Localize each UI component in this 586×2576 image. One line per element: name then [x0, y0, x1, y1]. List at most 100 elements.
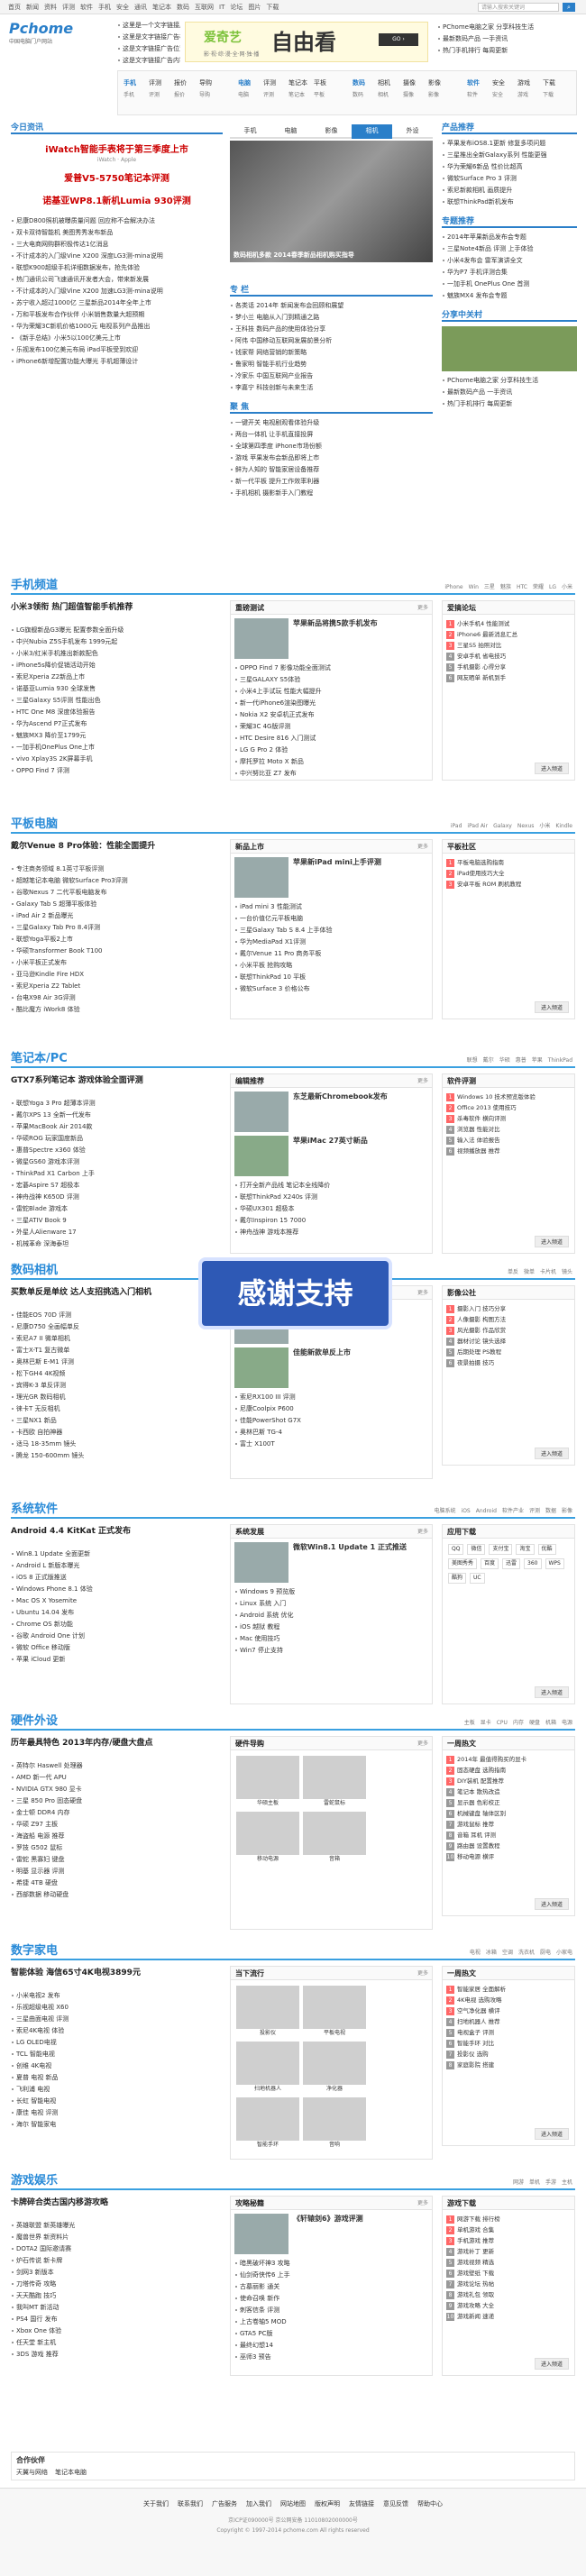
- ad-link[interactable]: 这是文字链接广告内容: [117, 55, 180, 67]
- channel-list-item[interactable]: 西部数据 移动硬盘: [11, 1889, 223, 1901]
- special-item[interactable]: 2014年苹果新品发布会专题: [442, 232, 577, 243]
- footer-link[interactable]: 友情链接: [349, 2500, 374, 2507]
- channel-nav-link[interactable]: Kindle: [555, 823, 572, 829]
- rank-item[interactable]: 4 扫地机器人 推荐: [446, 2016, 571, 2027]
- slide-image[interactable]: [230, 141, 433, 262]
- focus-item[interactable]: 新一代平板 提升工作效率利器: [230, 476, 433, 488]
- channel-nav-link[interactable]: 主板: [464, 1720, 475, 1726]
- channel-nav-link[interactable]: iOS: [462, 1508, 471, 1514]
- app-tag[interactable]: WPS: [545, 1558, 564, 1569]
- top-nav-link[interactable]: 论坛: [230, 0, 243, 14]
- banner-ad[interactable]: 爱奇艺 自由看 影·视·综·漫·全·网·独·播 GO ›: [185, 22, 428, 62]
- product-card[interactable]: 音响: [303, 2097, 366, 2150]
- product-item[interactable]: 华为荣耀6新品 性价比超高: [442, 161, 577, 173]
- channel-list-item[interactable]: TCL 智能电视: [11, 2049, 223, 2060]
- focus-item[interactable]: 鲜为人知的 智能家居设备推荐: [230, 464, 433, 476]
- top-nav-link[interactable]: 互联网: [195, 0, 214, 14]
- nav-group-sublink[interactable]: 摄像: [403, 89, 428, 102]
- product-card[interactable]: 华硕主板: [236, 1756, 299, 1808]
- search-icon[interactable]: ⌕: [563, 3, 575, 12]
- channel-list-item[interactable]: 酷比魔方 iWork8 体验: [11, 1004, 223, 1016]
- partner-link[interactable]: 笔记本电脑: [55, 2469, 87, 2476]
- footer-link[interactable]: 联系我们: [178, 2500, 203, 2507]
- news-item[interactable]: 双卡双待智能机 美图秀秀发布新品: [11, 227, 223, 239]
- rank-item[interactable]: 1 Windows 10 技术预览版体验: [446, 1092, 571, 1102]
- channel-nav-link[interactable]: 内存: [513, 1720, 524, 1726]
- nav-group-link[interactable]: 手机: [124, 77, 149, 89]
- headline-3[interactable]: 诺基亚WP8.1新机Lumia 930评测: [11, 193, 223, 206]
- topic-item[interactable]: 钱家帮 网络营销的新策略: [230, 347, 433, 359]
- channel-list-item[interactable]: 神舟战神 K650D 评测: [11, 1192, 223, 1203]
- app-tag[interactable]: 微信: [467, 1544, 486, 1555]
- share-item[interactable]: 热门手机排行 每周更新: [442, 398, 577, 410]
- top-nav-link[interactable]: 数码: [177, 0, 189, 14]
- channel-list-item[interactable]: NVIDIA GTX 980 显卡: [11, 1784, 223, 1795]
- channel-list-item[interactable]: 索尼Xperia Z2 Tablet: [11, 981, 223, 992]
- news-item[interactable]: 联想K900超级手机详细数据发布，抢先体验: [11, 262, 223, 274]
- slide-tab[interactable]: 影像: [311, 124, 352, 139]
- middle-list-item[interactable]: 荣耀3C 4G版评测: [234, 721, 428, 733]
- topic-item[interactable]: 各类话 2014年 新闻发布会回顾和展望: [230, 300, 433, 312]
- channel-list-item[interactable]: 长虹 智能电视: [11, 2096, 223, 2107]
- enter-channel-button[interactable]: 进入频道: [534, 1686, 569, 1698]
- rank-item[interactable]: 1 网游下载 排行榜: [446, 2214, 571, 2224]
- footer-link[interactable]: 加入我们: [246, 2500, 271, 2507]
- rank-item[interactable]: 1 小米手机4 性能测试: [446, 618, 571, 629]
- header-link[interactable]: 最新数码产品 一手资讯: [437, 33, 577, 45]
- rank-item[interactable]: 4 游戏补丁 更新: [446, 2246, 571, 2257]
- channel-list-item[interactable]: DOTA2 国际邀请赛: [11, 2243, 223, 2255]
- special-item[interactable]: 三星Note4新品 评测 上手体验: [442, 243, 577, 255]
- slide-tab[interactable]: 电脑: [270, 124, 311, 139]
- nav-group-link[interactable]: 报价: [174, 77, 199, 89]
- headline-2[interactable]: 爱普V5-5750笔记本评测: [11, 170, 223, 184]
- news-item[interactable]: 不计成本的入门级Vine X200 深度LG3测-mina说明: [11, 251, 223, 262]
- rank-item[interactable]: 2 iPhone6 最新消息汇总: [446, 629, 571, 640]
- site-logo[interactable]: Pchome 中国电脑门户网站: [9, 20, 108, 56]
- share-item[interactable]: PChome电脑之家 分享科技生活: [442, 375, 577, 387]
- channel-nav-link[interactable]: 小家电: [556, 1950, 572, 1956]
- channel-list-item[interactable]: 惠普Spectre x360 体验: [11, 1145, 223, 1156]
- middle-list-item[interactable]: 古墓丽影 通关: [234, 2281, 428, 2293]
- channel-title[interactable]: 手机频道: [11, 579, 58, 592]
- channel-list-item[interactable]: Ubuntu 14.04 发布: [11, 1607, 223, 1619]
- channel-nav-link[interactable]: 魅族: [500, 584, 511, 590]
- nav-group-link[interactable]: 下载: [543, 77, 568, 89]
- channel-list-item[interactable]: 适马 18-35mm 镜头: [11, 1439, 223, 1450]
- channel-list-item[interactable]: 剑网3 新版本: [11, 2267, 223, 2279]
- search-box[interactable]: 请输入搜索关键词: [478, 3, 559, 12]
- footer-link[interactable]: 网站地图: [280, 2500, 306, 2507]
- rank-item[interactable]: 2 固态硬盘 选购指南: [446, 1765, 571, 1776]
- channel-list-item[interactable]: Android L 新版本曝光: [11, 1560, 223, 1572]
- channel-nav-link[interactable]: 电源: [562, 1720, 572, 1726]
- channel-nav-link[interactable]: HTC: [517, 584, 527, 590]
- channel-list-item[interactable]: 海尔 智能家电: [11, 2119, 223, 2131]
- rank-item[interactable]: 3 DIY装机 配置推荐: [446, 1776, 571, 1786]
- nav-group-sublink[interactable]: 评测: [149, 89, 174, 102]
- middle-list-item[interactable]: Windows 9 预览版: [234, 1586, 428, 1598]
- middle-list-item[interactable]: 打开全新产品线 笔记本全线降价: [234, 1180, 428, 1192]
- channel-nav-link[interactable]: 机箱: [545, 1720, 556, 1726]
- channel-title[interactable]: 数码相机: [11, 1264, 58, 1277]
- nav-group-sublink[interactable]: 导购: [199, 89, 224, 102]
- app-tag[interactable]: UC: [470, 1573, 485, 1584]
- rank-item[interactable]: 6 游戏壁纸 下载: [446, 2268, 571, 2279]
- channel-list-item[interactable]: 专注商务领域 8.1英寸平板评测: [11, 863, 223, 875]
- footer-link[interactable]: 帮助中心: [417, 2500, 443, 2507]
- channel-list-item[interactable]: HTC One M8 深度体验报告: [11, 707, 223, 718]
- channel-list-item[interactable]: 三星ATIV Book 9: [11, 1215, 223, 1227]
- channel-list-item[interactable]: 华硕ROG 玩家国度新品: [11, 1133, 223, 1145]
- rank-item[interactable]: 1 摄影入门 技巧分享: [446, 1303, 571, 1314]
- nav-group-link[interactable]: 笔记本: [288, 77, 314, 89]
- channel-list-item[interactable]: 三星Galaxy S5评测 性能出色: [11, 695, 223, 707]
- channel-nav-link[interactable]: CPU: [497, 1720, 508, 1726]
- slide-tab[interactable]: 外设: [392, 124, 433, 139]
- middle-list-item[interactable]: 尼康Coolpix P600: [234, 1403, 428, 1415]
- more-link[interactable]: 更多: [417, 840, 428, 854]
- channel-list-item[interactable]: AMD 新一代 APU: [11, 1772, 223, 1784]
- channel-list-item[interactable]: 三星曲面电视 评测: [11, 2014, 223, 2025]
- channel-title[interactable]: 系统软件: [11, 1503, 58, 1516]
- rank-item[interactable]: 2 人像摄影 构图方法: [446, 1314, 571, 1325]
- focus-item[interactable]: 手机相机 摄影新手入门教程: [230, 488, 433, 499]
- product-card[interactable]: 雷蛇鼠标: [303, 1756, 366, 1808]
- channel-list-item[interactable]: 三星Galaxy Tab Pro 8.4评测: [11, 922, 223, 934]
